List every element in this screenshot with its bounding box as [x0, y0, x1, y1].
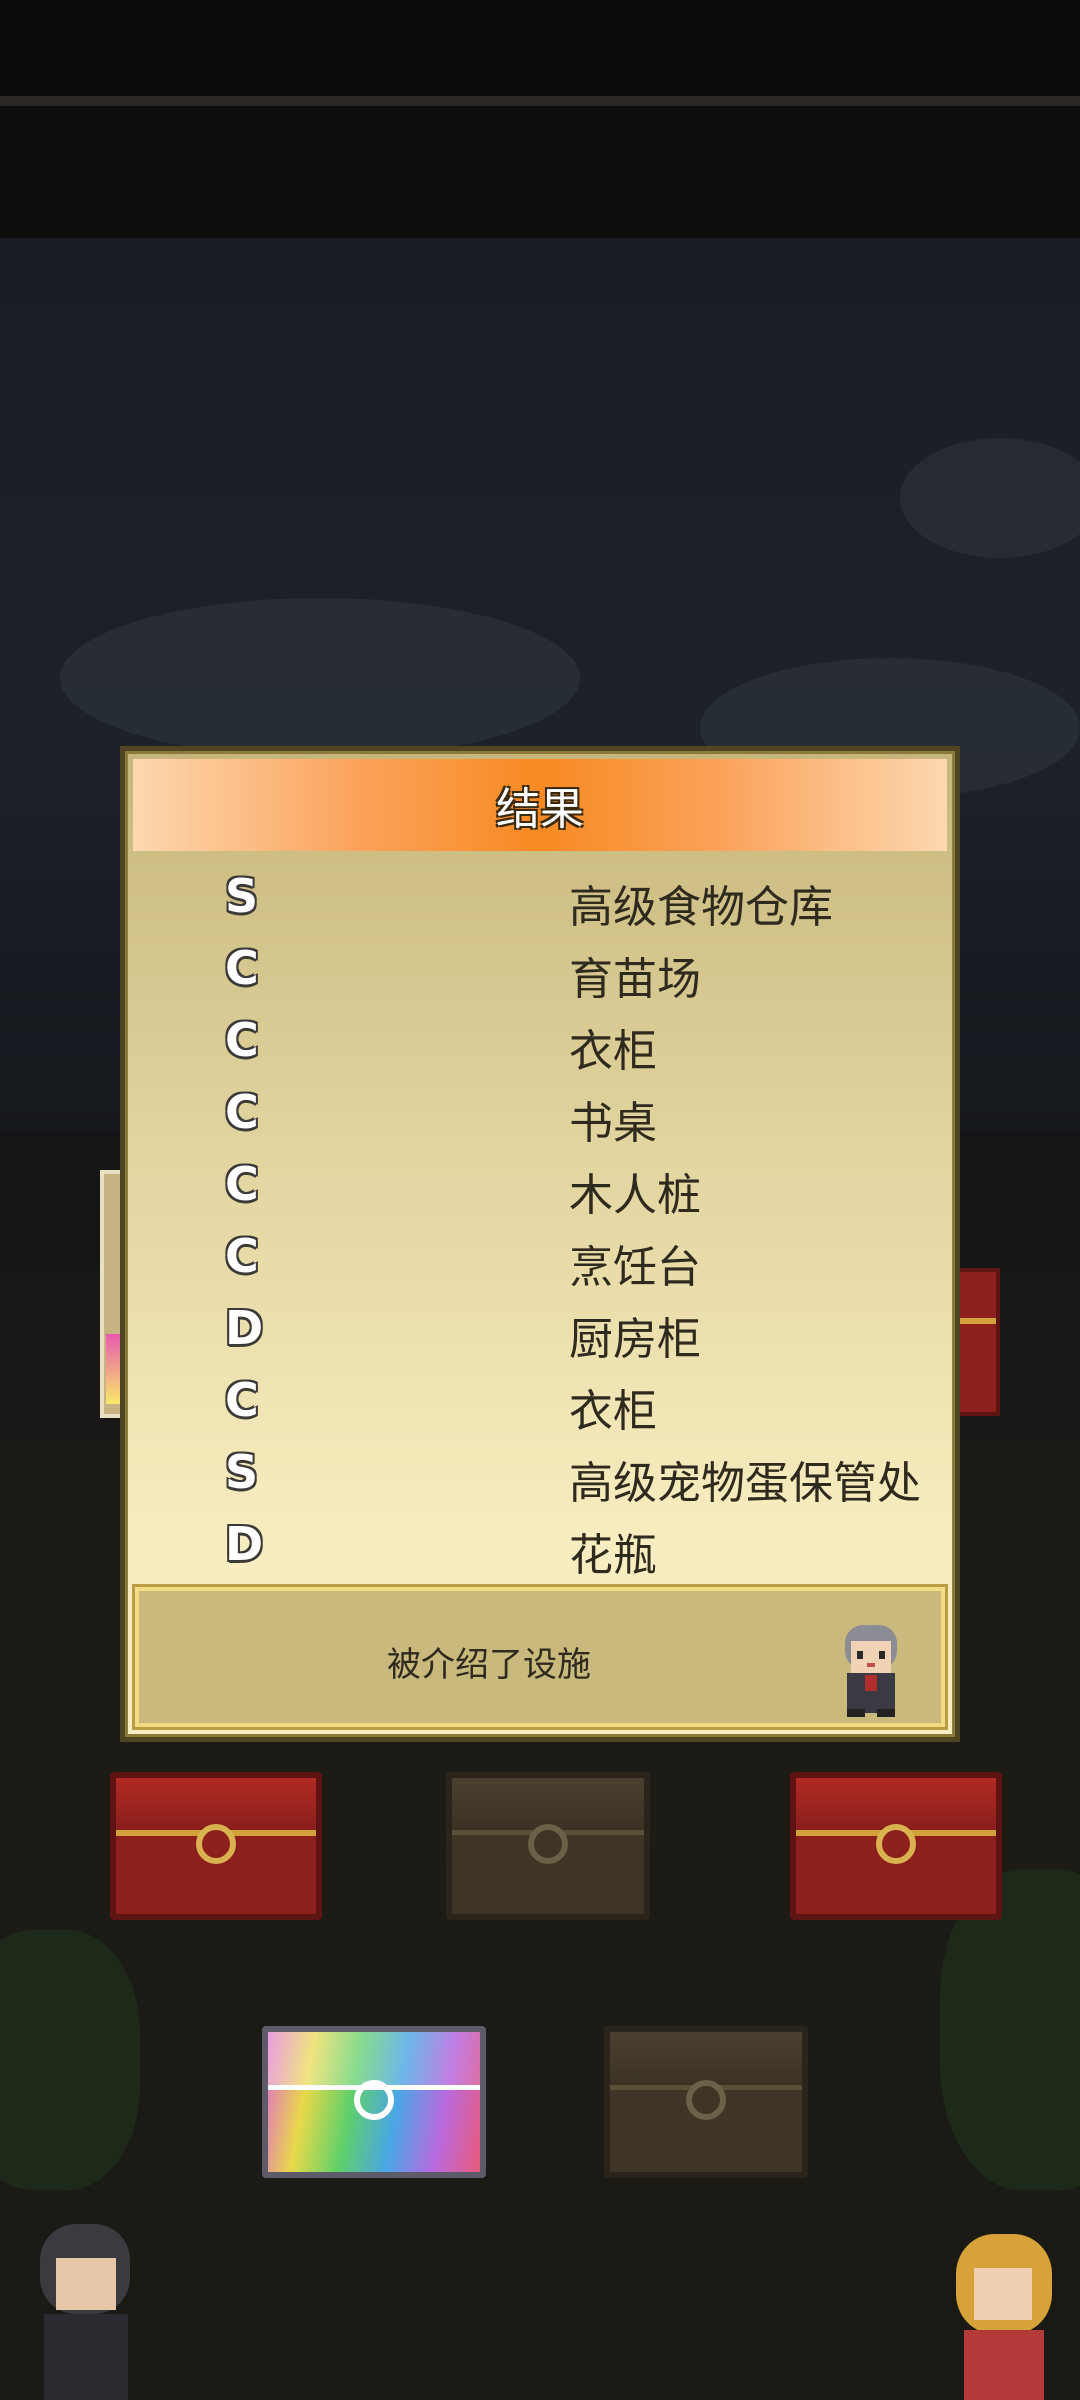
character-sprite-right	[948, 2234, 1058, 2400]
message-box[interactable]: 被介绍了设施	[132, 1584, 948, 1730]
facility-name: 木人桩	[569, 1170, 701, 1221]
facility-name: 厨房柜	[569, 1314, 701, 1365]
facility-name: 烹饪台	[569, 1242, 701, 1293]
result-row: S 高级宠物蛋保管处	[125, 1439, 955, 1511]
grade-label: S	[225, 869, 259, 923]
message-text: 被介绍了设施	[387, 1645, 591, 1685]
grade-label: D	[225, 1301, 264, 1355]
result-row: D 花瓶	[125, 1511, 955, 1583]
result-row: D 厨房柜	[125, 1295, 955, 1367]
result-row: C 木人桩	[125, 1151, 955, 1223]
grade-label: C	[225, 1013, 259, 1067]
brown-treasure-chest-icon[interactable]	[446, 1772, 650, 1920]
grade-label: C	[225, 1229, 259, 1283]
dialog-title: 结果	[496, 784, 584, 835]
result-row: C 书桌	[125, 1079, 955, 1151]
facility-name: 衣柜	[569, 1026, 657, 1077]
facility-name: 衣柜	[569, 1386, 657, 1437]
facility-name: 高级食物仓库	[569, 882, 833, 933]
result-row: S 高级食物仓库	[125, 863, 955, 935]
grade-label: C	[225, 1157, 259, 1211]
facility-name: 书桌	[569, 1098, 657, 1149]
right-side-panel	[956, 1268, 1000, 1416]
result-row: C 烹饪台	[125, 1223, 955, 1295]
result-row: C 衣柜	[125, 1007, 955, 1079]
top-bar	[0, 96, 1080, 248]
grade-label: C	[225, 941, 259, 995]
character-sprite-left	[30, 2224, 140, 2400]
brown-treasure-chest-icon[interactable]	[604, 2026, 808, 2178]
grade-label: C	[225, 1373, 259, 1427]
red-treasure-chest-icon[interactable]	[790, 1772, 1002, 1920]
rainbow-treasure-chest-icon[interactable]	[262, 2026, 486, 2178]
grade-label: D	[225, 1517, 264, 1571]
facility-name: 育苗场	[569, 954, 701, 1005]
result-row: C 育苗场	[125, 935, 955, 1007]
result-row: C 衣柜	[125, 1367, 955, 1439]
facility-name: 花瓶	[569, 1530, 657, 1581]
top-status-area	[0, 0, 1080, 96]
grade-label: C	[225, 1085, 259, 1139]
result-list: S 高级食物仓库 C 育苗场 C 衣柜 C 书桌 C 木人桩 C 烹饪台 D 厨…	[125, 863, 955, 1583]
advisor-character-icon	[845, 1625, 897, 1717]
grade-label: S	[225, 1445, 259, 1499]
dialog-header: 结果	[133, 759, 947, 851]
result-dialog: 结果 S 高级食物仓库 C 育苗场 C 衣柜 C 书桌 C 木人桩 C 烹饪台 …	[120, 746, 960, 1742]
red-treasure-chest-icon[interactable]	[110, 1772, 322, 1920]
facility-name: 高级宠物蛋保管处	[569, 1458, 921, 1509]
